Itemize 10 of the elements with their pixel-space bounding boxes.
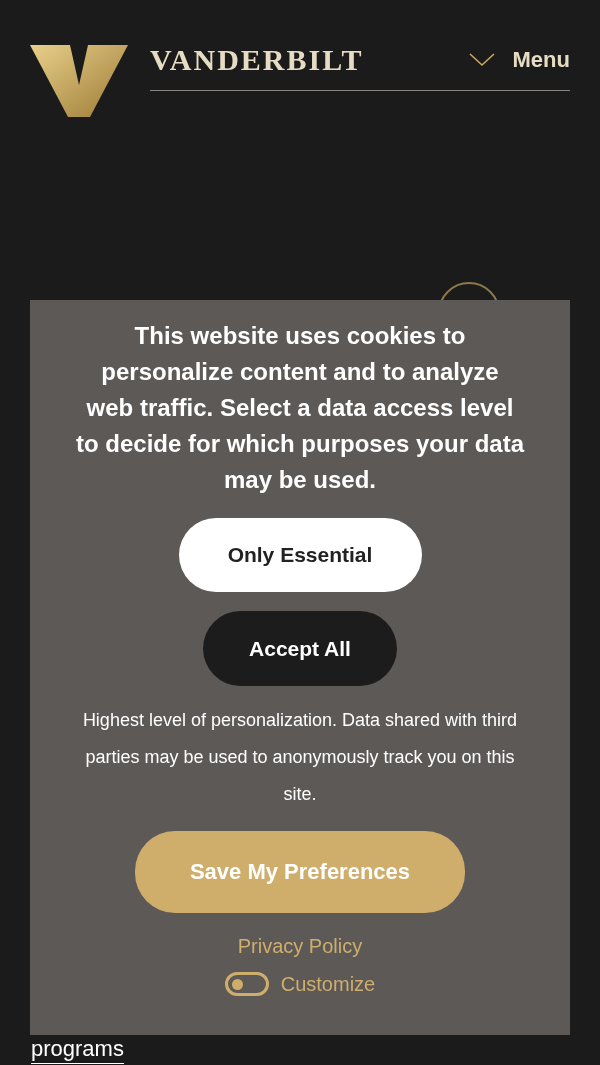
wordmark[interactable]: VANDERBILT [150,45,364,75]
v-logo-icon[interactable] [30,45,128,117]
programs-link[interactable]: programs [31,1035,124,1064]
menu-button[interactable]: Menu [468,45,570,75]
chevron-down-icon [468,53,495,67]
consent-button[interactable]: Only Essential [178,518,422,592]
level-description: Highest level of personalization. Data shared with third parties may be used to anonymously track you on this site. [81,709,519,806]
cookie-message: This website uses cookies to personalize content and to analyze web traffic. Select a data access level to decide for which purposes your data may be used. [75,321,525,495]
consent-button[interactable]: Accept All [203,611,397,686]
customize-toggle[interactable] [224,972,269,996]
